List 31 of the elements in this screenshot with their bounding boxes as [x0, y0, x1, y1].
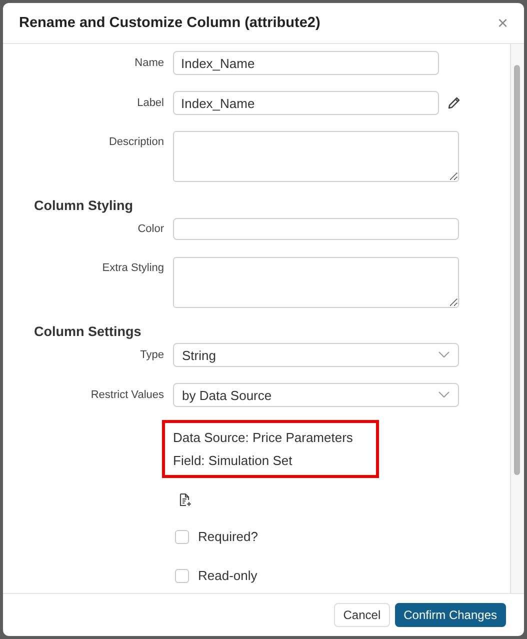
field-label: Restrict Values [90, 389, 164, 401]
field-label: Type [139, 349, 164, 361]
text-area[interactable] [173, 257, 459, 308]
section-heading: Column Styling [34, 198, 134, 213]
input-field[interactable]: Index_Name [173, 51, 439, 75]
checkbox[interactable] [175, 530, 189, 544]
input-field[interactable] [173, 218, 459, 240]
close-button[interactable]: × [497, 14, 508, 32]
checkbox-label: Required? [198, 529, 258, 544]
document-add-icon[interactable] [179, 493, 192, 507]
dropdown[interactable]: by Data Source [173, 383, 459, 407]
field-label: Extra Styling [101, 261, 164, 274]
pencil-icon[interactable] [447, 96, 461, 110]
input-field[interactable]: Index_Name [173, 91, 439, 115]
section-heading: Column Settings [34, 324, 142, 339]
field-label: Description [108, 135, 164, 148]
text-area[interactable] [173, 131, 459, 182]
field-label: Name [134, 57, 164, 69]
chevron-down-icon [438, 391, 450, 399]
field-label: Color [136, 223, 164, 235]
checkbox-label: Read-only [198, 568, 258, 583]
dropdown[interactable]: String [173, 343, 459, 367]
chevron-down-icon [438, 351, 450, 359]
checkbox[interactable] [175, 568, 189, 582]
scrollbar[interactable] [510, 44, 524, 593]
field-label: Label [136, 97, 164, 109]
cancel-button[interactable]: Cancel [334, 603, 390, 627]
confirm-button[interactable]: Confirm Changes [394, 603, 506, 627]
info-text: Data Source: Price Parameters [173, 429, 354, 447]
dialog-title: Rename and Customize Column (attribute2) [19, 15, 320, 31]
info-text: Field: Simulation Set [173, 452, 294, 470]
